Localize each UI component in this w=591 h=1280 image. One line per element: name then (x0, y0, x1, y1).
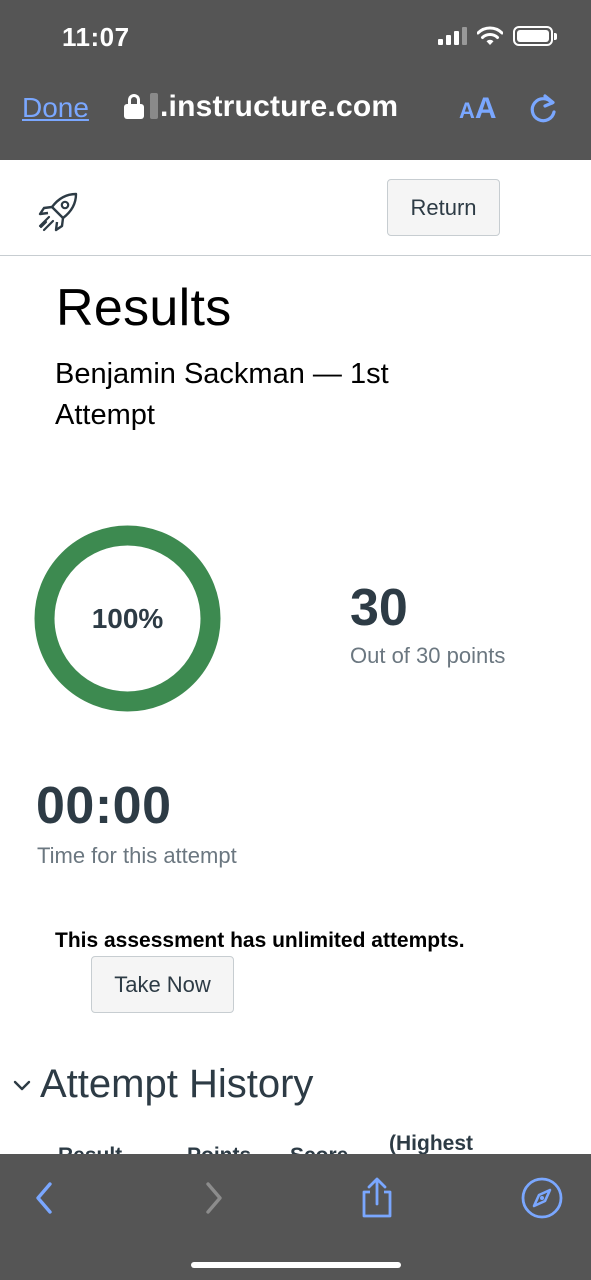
reload-icon[interactable] (526, 92, 560, 126)
attempt-history-table-header: Result Points Score (Highest (0, 1130, 591, 1154)
rocket-icon (38, 192, 78, 232)
done-button[interactable]: Done (22, 92, 89, 124)
unlimited-attempts-notice: This assessment has unlimited attempts. (55, 929, 465, 952)
url-display[interactable]: .instructure.com (124, 90, 398, 124)
attempt-history-toggle[interactable]: Attempt History (12, 1062, 313, 1107)
column-header: Result (58, 1144, 122, 1154)
return-button[interactable]: Return (387, 179, 500, 236)
attempt-history-title: Attempt History (40, 1062, 314, 1106)
chevron-down-icon (13, 1080, 31, 1090)
status-time: 11:07 (62, 22, 130, 52)
score-percent: 100% (91, 602, 164, 634)
back-button[interactable] (22, 1176, 66, 1220)
text-size-button[interactable]: AA (459, 92, 497, 126)
column-header: Score (290, 1144, 348, 1154)
redacted-subdomain (150, 93, 158, 119)
browser-nav-row: Done .instructure.com AA (0, 86, 591, 136)
browser-top-bar: 11:07 Done .instructure.com AA (0, 0, 591, 160)
time-caption: Time for this attempt (37, 843, 237, 868)
share-icon (362, 1177, 392, 1218)
time-value: 00:00 (36, 777, 172, 835)
page-title: Results (56, 279, 232, 337)
points-caption: Out of 30 points (350, 643, 506, 668)
attempt-name: Benjamin Sackman — 1st Attempt (55, 358, 389, 431)
back-icon (36, 1182, 52, 1214)
points-value: 30 (350, 579, 408, 637)
column-header: (Highest (389, 1132, 473, 1154)
forward-icon (206, 1182, 222, 1214)
lock-icon (124, 94, 144, 120)
cellular-signal-icon (438, 27, 467, 45)
safari-compass-icon (521, 1177, 563, 1219)
status-icons (438, 26, 557, 46)
wifi-icon (477, 26, 503, 45)
home-indicator (191, 1262, 401, 1268)
battery-icon (513, 26, 557, 46)
url-text: .instructure.com (160, 90, 399, 123)
open-in-safari-button[interactable] (520, 1176, 564, 1220)
forward-button[interactable] (192, 1176, 236, 1220)
quiz-header: Return (0, 160, 591, 256)
take-now-button[interactable]: Take Now (91, 956, 234, 1013)
column-header: Points (187, 1144, 251, 1154)
share-button[interactable] (355, 1176, 399, 1220)
